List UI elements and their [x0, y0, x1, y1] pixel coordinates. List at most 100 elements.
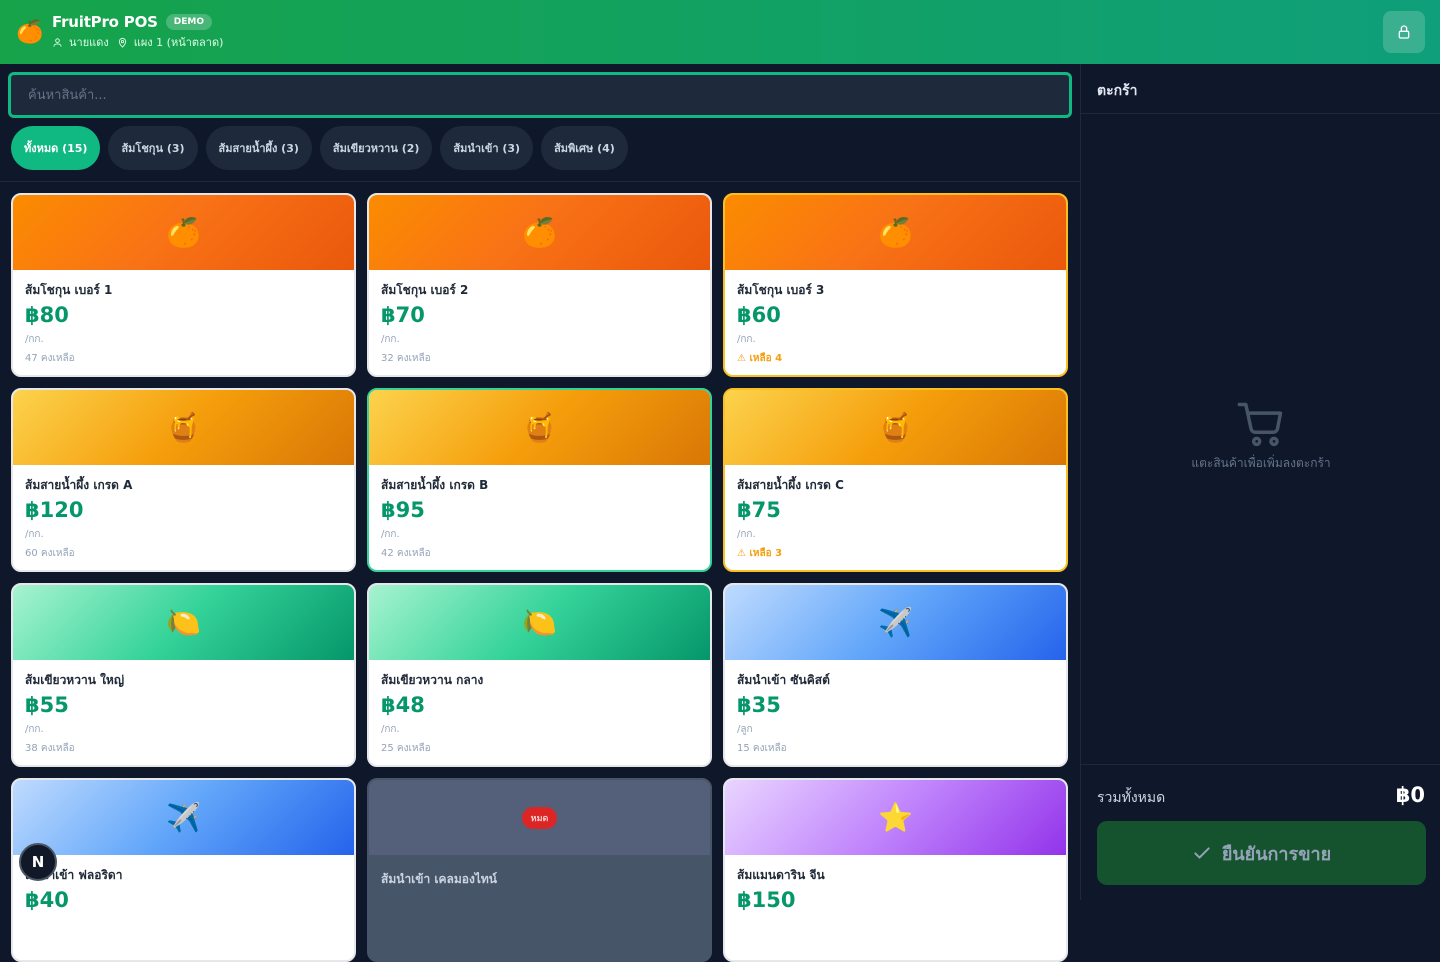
- user-name: นายแดง: [69, 36, 109, 49]
- product-card[interactable]: 🍋 ส้มเขียวหวาน ใหญ่ ฿55 /กก. 38 คงเหลือ: [11, 583, 356, 767]
- product-name: ส้มนำเข้า ซันคิสต์: [737, 673, 830, 687]
- airplane-icon: ✈️: [878, 606, 913, 639]
- product-name: ส้มเขียวหวาน ใหญ่: [25, 673, 125, 687]
- location-pin-icon: [118, 37, 126, 48]
- stall-location: แผง 1 (หน้าตลาด): [133, 36, 224, 49]
- product-name: ส้มโชกุน เบอร์ 1: [25, 283, 113, 297]
- product-unit: /กก.: [25, 724, 44, 735]
- divider: [1081, 113, 1440, 114]
- product-stock: 42 คงเหลือ: [381, 548, 431, 559]
- product-unit: /ลูก: [737, 724, 753, 735]
- product-card[interactable]: 🍊 ส้มโชกุน เบอร์ 1 ฿80 /กก. 47 คงเหลือ: [11, 193, 356, 377]
- cart-title: ตะกร้า: [1097, 83, 1138, 99]
- lock-icon: [1398, 25, 1410, 39]
- product-stock: 25 คงเหลือ: [381, 743, 431, 754]
- product-name: ส้มสายน้ำผึ้ง เกรด B: [381, 478, 489, 492]
- user-icon: [53, 37, 62, 47]
- divider: [1081, 764, 1440, 765]
- orange-logo-icon: 🍊: [16, 19, 44, 45]
- product-stock: 47 คงเหลือ: [25, 353, 75, 364]
- product-price: ฿35: [737, 693, 781, 717]
- product-unit: /กก.: [737, 334, 756, 345]
- product-price: ฿40: [25, 888, 69, 912]
- search-box[interactable]: [8, 72, 1072, 118]
- orange-icon: 🍊: [878, 216, 913, 249]
- product-price: ฿150: [737, 888, 796, 912]
- low-stock-warning: ⚠ เหลือ 3: [737, 548, 783, 559]
- product-card-sold-out: หมด ส้มนำเข้า เคลมองไทน์: [367, 778, 712, 962]
- product-card[interactable]: ✈️ ส้มนำเข้า ฟลอริดา ฿40: [11, 778, 356, 962]
- low-stock-warning: ⚠ เหลือ 4: [737, 353, 783, 364]
- honey-pot-icon: 🍯: [878, 411, 913, 444]
- product-card[interactable]: 🍋 ส้มเขียวหวาน กลาง ฿48 /กก. 25 คงเหลือ: [367, 583, 712, 767]
- demo-badge: DEMO: [165, 14, 212, 30]
- product-stock: 32 คงเหลือ: [381, 353, 431, 364]
- lock-button[interactable]: [1383, 11, 1425, 53]
- product-unit: /กก.: [737, 529, 756, 540]
- confirm-sale-label: ยืนยันการขาย: [1221, 843, 1332, 865]
- tab-tangerine[interactable]: ส้มเขียวหวาน (2): [319, 126, 433, 170]
- shopping-cart-icon: [1237, 402, 1283, 447]
- product-unit: /กก.: [381, 724, 400, 735]
- product-price: ฿75: [737, 498, 781, 522]
- total-label: รวมทั้งหมด: [1097, 790, 1166, 806]
- product-name: ส้มนำเข้า ฟลอริดา: [25, 868, 123, 882]
- product-unit: /กก.: [381, 334, 400, 345]
- product-unit: /กก.: [381, 529, 400, 540]
- product-card[interactable]: 🍯 ส้มสายน้ำผึ้ง เกรด C ฿75 /กก. ⚠ เหลือ …: [723, 388, 1068, 572]
- product-name: ส้มเขียวหวาน กลาง: [381, 673, 484, 687]
- star-icon: ⭐: [878, 801, 913, 834]
- honey-pot-icon: 🍯: [166, 411, 201, 444]
- product-price: ฿95: [381, 498, 425, 522]
- product-price: ฿120: [25, 498, 84, 522]
- empty-cart-state: แตะสินค้าเพื่อเพิ่มลงตะกร้า: [1081, 398, 1440, 473]
- product-price: ฿80: [25, 303, 69, 327]
- product-name: ส้มสายน้ำผึ้ง เกรด C: [737, 478, 844, 492]
- lemon-icon: 🍋: [522, 606, 557, 639]
- product-unit: /กก.: [25, 334, 44, 345]
- honey-pot-icon: 🍯: [522, 411, 557, 444]
- empty-cart-text: แตะสินค้าเพื่อเพิ่มลงตะกร้า: [1191, 456, 1331, 470]
- lemon-icon: 🍋: [166, 606, 201, 639]
- tab-imported[interactable]: ส้มนำเข้า (3): [440, 126, 534, 170]
- confirm-sale-button[interactable]: ยืนยันการขาย: [1097, 821, 1426, 885]
- app-header: 🍊 FruitPro POS DEMO นายแดง แผง 1 (หน้าตล…: [0, 0, 1440, 64]
- sold-out-badge: หมด: [521, 806, 558, 829]
- product-stock: 38 คงเหลือ: [25, 743, 75, 754]
- tab-shogun[interactable]: ส้มโชกุน (3): [108, 126, 198, 170]
- product-grid: 🍊 ส้มโชกุน เบอร์ 1 ฿80 /กก. 47 คงเหลือ 🍊…: [11, 193, 1071, 962]
- product-card[interactable]: 🍊 ส้มโชกุน เบอร์ 2 ฿70 /กก. 32 คงเหลือ: [367, 193, 712, 377]
- product-price: ฿70: [381, 303, 425, 327]
- product-card[interactable]: 🍯 ส้มสายน้ำผึ้ง เกรด A ฿120 /กก. 60 คงเห…: [11, 388, 356, 572]
- search-input[interactable]: [28, 87, 1052, 103]
- product-unit: /กก.: [25, 529, 44, 540]
- product-price: ฿60: [737, 303, 781, 327]
- check-icon: [1194, 847, 1210, 859]
- tab-all[interactable]: ทั้งหมด (15): [11, 126, 101, 170]
- product-card[interactable]: ⭐ ส้มแมนดาริน จีน ฿150: [723, 778, 1068, 962]
- product-card[interactable]: 🍯 ส้มสายน้ำผึ้ง เกรด B ฿95 /กก. 42 คงเหล…: [367, 388, 712, 572]
- floating-n-button[interactable]: N: [19, 843, 57, 881]
- orange-icon: 🍊: [522, 216, 557, 249]
- tab-honey-orange[interactable]: ส้มสายน้ำผึ้ง (3): [205, 126, 312, 170]
- product-name: ส้มแมนดาริน จีน: [737, 868, 825, 882]
- total-value: ฿0: [1395, 783, 1425, 807]
- product-stock: 60 คงเหลือ: [25, 548, 75, 559]
- product-name: ส้มโชกุน เบอร์ 3: [737, 283, 825, 297]
- product-price: ฿48: [381, 693, 425, 717]
- cart-panel: ตะกร้า แตะสินค้าเพื่อเพิ่มลงตะกร้า รวมทั…: [1080, 64, 1440, 900]
- app-title: FruitPro POS: [52, 13, 158, 31]
- airplane-icon: ✈️: [166, 801, 201, 834]
- orange-icon: 🍊: [166, 216, 201, 249]
- product-panel: ทั้งหมด (15) ส้มโชกุน (3) ส้มสายน้ำผึ้ง …: [0, 64, 1080, 962]
- product-name: ส้มนำเข้า เคลมองไทน์: [381, 872, 498, 886]
- product-price: ฿55: [25, 693, 69, 717]
- product-name: ส้มสายน้ำผึ้ง เกรด A: [25, 478, 133, 492]
- category-tabs: ทั้งหมด (15) ส้มโชกุน (3) ส้มสายน้ำผึ้ง …: [11, 126, 628, 170]
- product-stock: 15 คงเหลือ: [737, 743, 787, 754]
- product-card[interactable]: ✈️ ส้มนำเข้า ซันคิสต์ ฿35 /ลูก 15 คงเหลื…: [723, 583, 1068, 767]
- tab-special[interactable]: ส้มพิเศษ (4): [541, 126, 628, 170]
- product-card[interactable]: 🍊 ส้มโชกุน เบอร์ 3 ฿60 /กก. ⚠ เหลือ 4: [723, 193, 1068, 377]
- divider: [0, 181, 1080, 182]
- product-name: ส้มโชกุน เบอร์ 2: [381, 283, 469, 297]
